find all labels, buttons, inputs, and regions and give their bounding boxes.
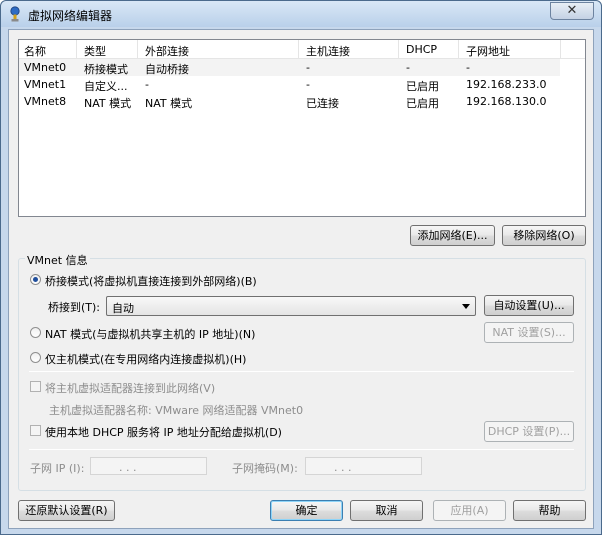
section-divider bbox=[29, 449, 574, 450]
row-cell: VMnet1 bbox=[24, 78, 67, 91]
ip-dot-separators: . . . bbox=[119, 461, 137, 474]
column-divider[interactable] bbox=[137, 40, 138, 59]
row-cell: NAT 模式 bbox=[84, 97, 132, 110]
network-list[interactable]: 名称 类型 外部连接 主机连接 DHCP 子网地址 VMnet0 桥接模式 自动… bbox=[18, 39, 586, 217]
nat-mode-radio[interactable] bbox=[30, 327, 41, 338]
adapter-name-label: 主机虚拟适配器名称: VMware 网络适配器 VMnet0 bbox=[49, 404, 304, 417]
cancel-button[interactable]: 取消 bbox=[350, 500, 423, 521]
list-header: 名称 类型 外部连接 主机连接 DHCP 子网地址 bbox=[19, 40, 585, 59]
table-row[interactable]: VMnet1 自定义... - - 已启用 192.168.233.0 bbox=[19, 76, 560, 93]
connect-adapter-label[interactable]: 将主机虚拟适配器连接到此网络(V) bbox=[45, 380, 215, 396]
column-header-subnet[interactable]: 子网地址 bbox=[466, 43, 510, 59]
app-icon bbox=[10, 6, 20, 22]
bridged-to-select[interactable]: 自动 bbox=[106, 296, 476, 316]
bridged-to-label: 桥接到(T): bbox=[48, 301, 101, 314]
column-header-name[interactable]: 名称 bbox=[24, 43, 46, 59]
table-row[interactable]: VMnet8 NAT 模式 NAT 模式 已连接 已启用 192.168.130… bbox=[19, 93, 560, 110]
dropdown-arrow-icon bbox=[462, 304, 470, 309]
connect-adapter-checkbox[interactable] bbox=[30, 381, 41, 392]
row-cell: - bbox=[406, 61, 410, 74]
bridged-mode-radio[interactable] bbox=[30, 274, 41, 285]
row-cell: 桥接模式 bbox=[84, 63, 128, 76]
restore-defaults-button[interactable]: 还原默认设置(R) bbox=[18, 500, 115, 521]
bridged-mode-label[interactable]: 桥接模式(将虚拟机直接连接到外部网络)(B) bbox=[45, 273, 257, 289]
table-row[interactable]: VMnet0 桥接模式 自动桥接 - - - bbox=[19, 59, 560, 76]
column-divider[interactable] bbox=[458, 40, 459, 59]
nat-settings-button[interactable]: NAT 设置(S)... bbox=[484, 322, 574, 343]
column-header-dhcp[interactable]: DHCP bbox=[406, 43, 437, 56]
row-cell: VMnet0 bbox=[24, 61, 67, 74]
use-dhcp-checkbox[interactable] bbox=[30, 425, 41, 436]
host-only-label[interactable]: 仅主机模式(在专用网络内连接虚拟机)(H) bbox=[45, 351, 246, 367]
row-cell: 已启用 bbox=[406, 97, 439, 110]
apply-button[interactable]: 应用(A) bbox=[433, 500, 506, 521]
column-divider[interactable] bbox=[76, 40, 77, 59]
remove-network-button[interactable]: 移除网络(O) bbox=[502, 225, 586, 246]
row-cell: NAT 模式 bbox=[145, 97, 193, 110]
row-cell: 192.168.130.0 bbox=[466, 95, 547, 108]
row-cell: VMnet8 bbox=[24, 95, 67, 108]
column-divider[interactable] bbox=[298, 40, 299, 59]
row-cell: - bbox=[306, 61, 310, 74]
vmnet-info-title: VMnet 信息 bbox=[25, 252, 90, 268]
bridged-to-value: 自动 bbox=[112, 302, 134, 315]
mask-dot-separators: . . . bbox=[334, 461, 352, 474]
title-bar[interactable]: 虚拟网络编辑器 ✕ bbox=[1, 1, 601, 27]
use-dhcp-label[interactable]: 使用本地 DHCP 服务将 IP 地址分配给虚拟机(D) bbox=[45, 424, 282, 440]
nat-mode-label[interactable]: NAT 模式(与虚拟机共享主机的 IP 地址)(N) bbox=[45, 326, 255, 342]
subnet-ip-field[interactable]: . . . bbox=[90, 457, 207, 475]
dialog-client-area: 名称 类型 外部连接 主机连接 DHCP 子网地址 VMnet0 桥接模式 自动… bbox=[8, 29, 594, 529]
help-button[interactable]: 帮助 bbox=[513, 500, 586, 521]
column-divider[interactable] bbox=[398, 40, 399, 59]
window-title: 虚拟网络编辑器 bbox=[28, 9, 113, 23]
ok-button[interactable]: 确定 bbox=[270, 500, 343, 521]
row-cell: - bbox=[466, 61, 470, 74]
column-header-type[interactable]: 类型 bbox=[84, 43, 106, 59]
host-only-radio[interactable] bbox=[30, 352, 41, 363]
dhcp-settings-button[interactable]: DHCP 设置(P)... bbox=[484, 421, 574, 442]
section-divider bbox=[29, 371, 574, 372]
add-network-button[interactable]: 添加网络(E)... bbox=[410, 225, 495, 246]
row-cell: 192.168.233.0 bbox=[466, 78, 547, 91]
subnet-mask-label: 子网掩码(M): bbox=[232, 462, 298, 475]
column-header-host[interactable]: 主机连接 bbox=[306, 43, 350, 59]
column-divider[interactable] bbox=[560, 40, 561, 59]
subnet-mask-field[interactable]: . . . bbox=[305, 457, 422, 475]
close-button[interactable]: ✕ bbox=[550, 2, 594, 20]
row-cell: 已启用 bbox=[406, 80, 439, 93]
row-cell: 自定义... bbox=[84, 80, 128, 93]
subnet-ip-label: 子网 IP (I): bbox=[30, 462, 85, 475]
radio-selected-dot bbox=[33, 277, 38, 282]
row-cell: - bbox=[145, 78, 149, 91]
column-header-external[interactable]: 外部连接 bbox=[145, 43, 189, 59]
auto-settings-button[interactable]: 自动设置(U)... bbox=[484, 295, 574, 316]
dialog-window: 虚拟网络编辑器 ✕ 名称 类型 外部连接 主机连接 DHCP 子网地址 VMne… bbox=[0, 0, 602, 535]
row-cell: 已连接 bbox=[306, 97, 339, 110]
row-cell: 自动桥接 bbox=[145, 63, 189, 76]
row-cell: - bbox=[306, 78, 310, 91]
